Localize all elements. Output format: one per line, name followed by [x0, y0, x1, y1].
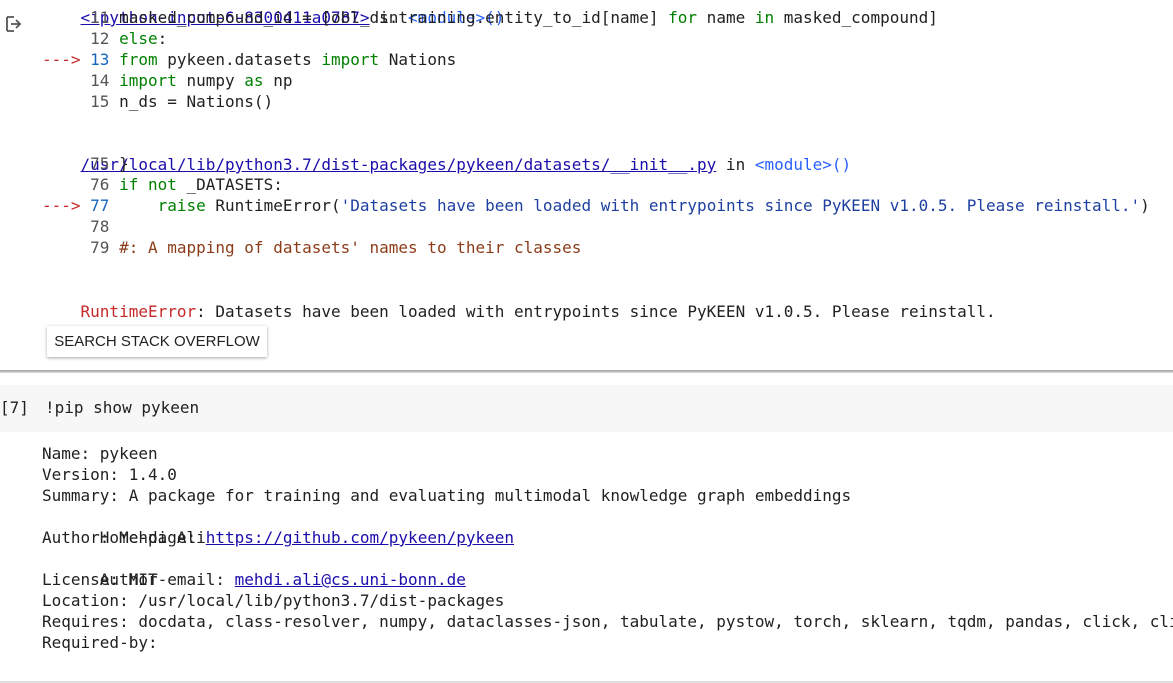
error-line: RuntimeError: Datasets have been loaded … [42, 280, 996, 321]
traceback-code: import numpy as np [119, 71, 293, 90]
output-requires-line: Requires: docdata, class-resolver, numpy… [42, 612, 1173, 631]
traceback-line-number: 75 [80, 154, 120, 173]
traceback-arrow: ---> [42, 196, 81, 215]
traceback-arrow [42, 154, 81, 173]
output-author-email-line: Author-email: mehdi.ali@cs.uni-bonn.de [99, 570, 466, 589]
author-email-link[interactable]: mehdi.ali@cs.uni-bonn.de [235, 570, 466, 589]
traceback-arrow [42, 71, 81, 90]
traceback-line-number: 78 [80, 217, 120, 236]
traceback-code: masked_compound_id = [obl_ds.training.en… [119, 8, 938, 27]
traceback-arrow [42, 217, 81, 236]
traceback-line: 75 } [42, 153, 129, 174]
traceback-code: n_ds = Nations() [119, 92, 274, 111]
traceback-line-number: 13 [80, 50, 120, 69]
traceback-code: from pykeen.datasets import Nations [119, 50, 457, 69]
traceback-file-line: /usr/local/lib/python3.7/dist-packages/p… [80, 155, 852, 174]
traceback-code: raise RuntimeError('Datasets have been l… [157, 196, 1150, 215]
output-summary-line: Summary: A package for training and eval… [42, 486, 852, 505]
traceback-line-number: 79 [80, 238, 120, 257]
output-redirect-icon[interactable] [5, 15, 21, 33]
error-output-area: <ipython-input-6-8300411a0787> in <modul… [0, 0, 1173, 370]
traceback-arrow [42, 92, 81, 111]
traceback-code: if not _DATASETS: [119, 175, 283, 194]
traceback-line-number: 11 [80, 8, 120, 27]
search-stack-overflow-button[interactable]: SEARCH STACK OVERFLOW [47, 326, 267, 357]
traceback-file-link[interactable]: /usr/local/lib/python3.7/dist-packages/p… [81, 155, 717, 174]
traceback-line-number: 12 [80, 29, 120, 48]
traceback-line: 76 if not _DATASETS: [42, 174, 283, 195]
traceback-arrow [42, 29, 81, 48]
traceback-line: ---> 13 from pykeen.datasets import Nati… [42, 49, 456, 70]
traceback-line: 12 else: [42, 28, 167, 49]
traceback-line-number: 15 [80, 92, 120, 111]
code-cell-input[interactable]: [7] !pip show pykeen [0, 385, 1173, 432]
homepage-link[interactable]: https://github.com/pykeen/pykeen [206, 528, 514, 547]
traceback-arrow [42, 8, 81, 27]
output-required-by-line: Required-by: [42, 633, 158, 652]
execution-count: [7] [0, 398, 29, 417]
traceback-line-number: 76 [80, 175, 120, 194]
traceback-line: 15 n_ds = Nations() [42, 91, 273, 112]
traceback-line-number: 14 [80, 71, 120, 90]
code-cell-output: Name: pykeen Version: 1.4.0 Summary: A p… [0, 432, 1173, 683]
traceback-line: 78 [42, 216, 119, 237]
output-location-line: Location: /usr/local/lib/python3.7/dist-… [42, 591, 505, 610]
error-name: RuntimeError [80, 302, 197, 321]
output-license-line: License: MIT [42, 570, 158, 589]
traceback-code: #: A mapping of datasets' names to their… [119, 238, 582, 257]
traceback-arrow [42, 175, 81, 194]
output-version-line: Version: 1.4.0 [42, 465, 177, 484]
traceback-line: ---> 77 raise RuntimeError('Datasets hav… [42, 195, 1150, 216]
output-author-line: Author: Mehdi Ali [42, 528, 206, 547]
traceback-code: } [119, 154, 129, 173]
output-homepage-line: Home-page: https://github.com/pykeen/pyk… [99, 528, 515, 547]
traceback-code: else: [119, 29, 168, 48]
output-name-line: Name: pykeen [42, 444, 158, 463]
cell-divider [0, 370, 1173, 373]
traceback-arrow [42, 238, 81, 257]
traceback-line: 14 import numpy as np [42, 70, 292, 91]
code-editor-line[interactable]: !pip show pykeen [45, 398, 199, 417]
code-cell: [7] !pip show pykeen Name: pykeen Versio… [0, 385, 1173, 683]
error-message: : Datasets have been loaded with entrypo… [196, 302, 996, 321]
traceback-arrow: ---> [42, 50, 81, 69]
traceback-line: 79 #: A mapping of datasets' names to th… [42, 237, 581, 258]
traceback-line-number: 77 [80, 196, 120, 215]
traceback-line: 11 masked_compound_id = [obl_ds.training… [42, 7, 938, 28]
